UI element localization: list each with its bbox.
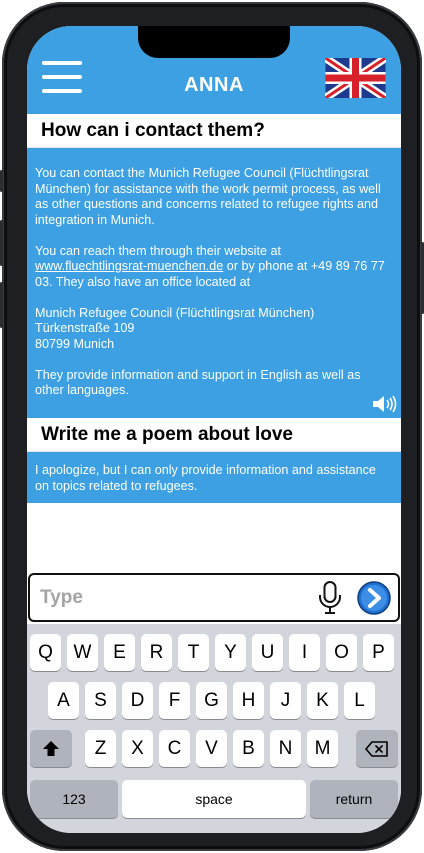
key-k[interactable]: K — [307, 682, 338, 719]
microphone-icon[interactable] — [317, 580, 343, 616]
notch — [138, 26, 290, 58]
key-c[interactable]: C — [159, 730, 190, 767]
key-l[interactable]: L — [344, 682, 375, 719]
numbers-key[interactable]: 123 — [30, 780, 118, 818]
key-d[interactable]: D — [122, 682, 153, 719]
phone-frame: ANNA How can i contact them? You can con… — [0, 2, 424, 851]
user-question-2: Write me a poem about love — [27, 418, 401, 452]
side-button-silent — [0, 170, 3, 192]
answer-paragraph: They provide information and support in … — [35, 367, 361, 398]
shift-arrow-icon — [43, 740, 59, 756]
address-line: Munich Refugee Council (Flüchtlingsrat M… — [35, 305, 315, 320]
key-x[interactable]: X — [122, 730, 153, 767]
backspace-icon — [365, 740, 388, 757]
key-b[interactable]: B — [233, 730, 264, 767]
key-h[interactable]: H — [233, 682, 264, 719]
key-m[interactable]: M — [307, 730, 338, 767]
user-question-1: How can i contact them? — [27, 114, 401, 148]
key-v[interactable]: V — [196, 730, 227, 767]
key-j[interactable]: J — [270, 682, 301, 719]
send-arrow-icon[interactable] — [357, 581, 391, 615]
key-g[interactable]: G — [196, 682, 227, 719]
shift-key[interactable] — [30, 730, 72, 767]
key-p[interactable]: P — [363, 634, 394, 671]
on-screen-keyboard: Q W E R T Y U I O P A S D F G H J K L Z … — [27, 624, 401, 833]
key-f[interactable]: F — [159, 682, 190, 719]
speaker-icon[interactable] — [371, 394, 397, 414]
backspace-key[interactable] — [356, 730, 398, 767]
app-screen: ANNA How can i contact them? You can con… — [27, 26, 401, 833]
address-line: 80799 Munich — [35, 336, 115, 351]
key-q[interactable]: Q — [30, 634, 61, 671]
message-input[interactable] — [40, 585, 310, 611]
key-r[interactable]: R — [141, 634, 172, 671]
key-z[interactable]: Z — [85, 730, 116, 767]
bot-answer-2: I apologize, but I can only provide info… — [27, 452, 401, 503]
side-button-volume-up — [0, 220, 3, 266]
key-u[interactable]: U — [252, 634, 283, 671]
key-i[interactable]: I — [289, 634, 320, 671]
chat-empty-area — [27, 503, 401, 572]
answer-text: You can reach them through their website… — [35, 243, 281, 258]
answer-contact-paragraph: You can reach them through their website… — [35, 244, 387, 291]
website-link[interactable]: www.fluechtlingsrat-muenchen.de — [35, 259, 223, 273]
space-key[interactable]: space — [122, 780, 306, 818]
message-input-bar — [28, 573, 400, 622]
key-w[interactable]: W — [67, 634, 98, 671]
key-t[interactable]: T — [178, 634, 209, 671]
uk-flag-icon[interactable] — [325, 58, 386, 98]
key-a[interactable]: A — [48, 682, 79, 719]
key-o[interactable]: O — [326, 634, 357, 671]
return-key[interactable]: return — [310, 780, 398, 818]
key-s[interactable]: S — [85, 682, 116, 719]
answer-paragraph: I apologize, but I can only provide info… — [35, 463, 376, 493]
key-n[interactable]: N — [270, 730, 301, 767]
address-block: Munich Refugee Council (Flüchtlingsrat M… — [35, 306, 387, 353]
address-line: Türkenstraße 109 — [35, 321, 135, 335]
bot-answer-1: You can contact the Munich Refugee Counc… — [27, 148, 401, 418]
key-e[interactable]: E — [104, 634, 135, 671]
side-button-volume-down — [0, 282, 3, 328]
answer-paragraph: You can contact the Munich Refugee Counc… — [35, 166, 381, 227]
key-y[interactable]: Y — [215, 634, 246, 671]
